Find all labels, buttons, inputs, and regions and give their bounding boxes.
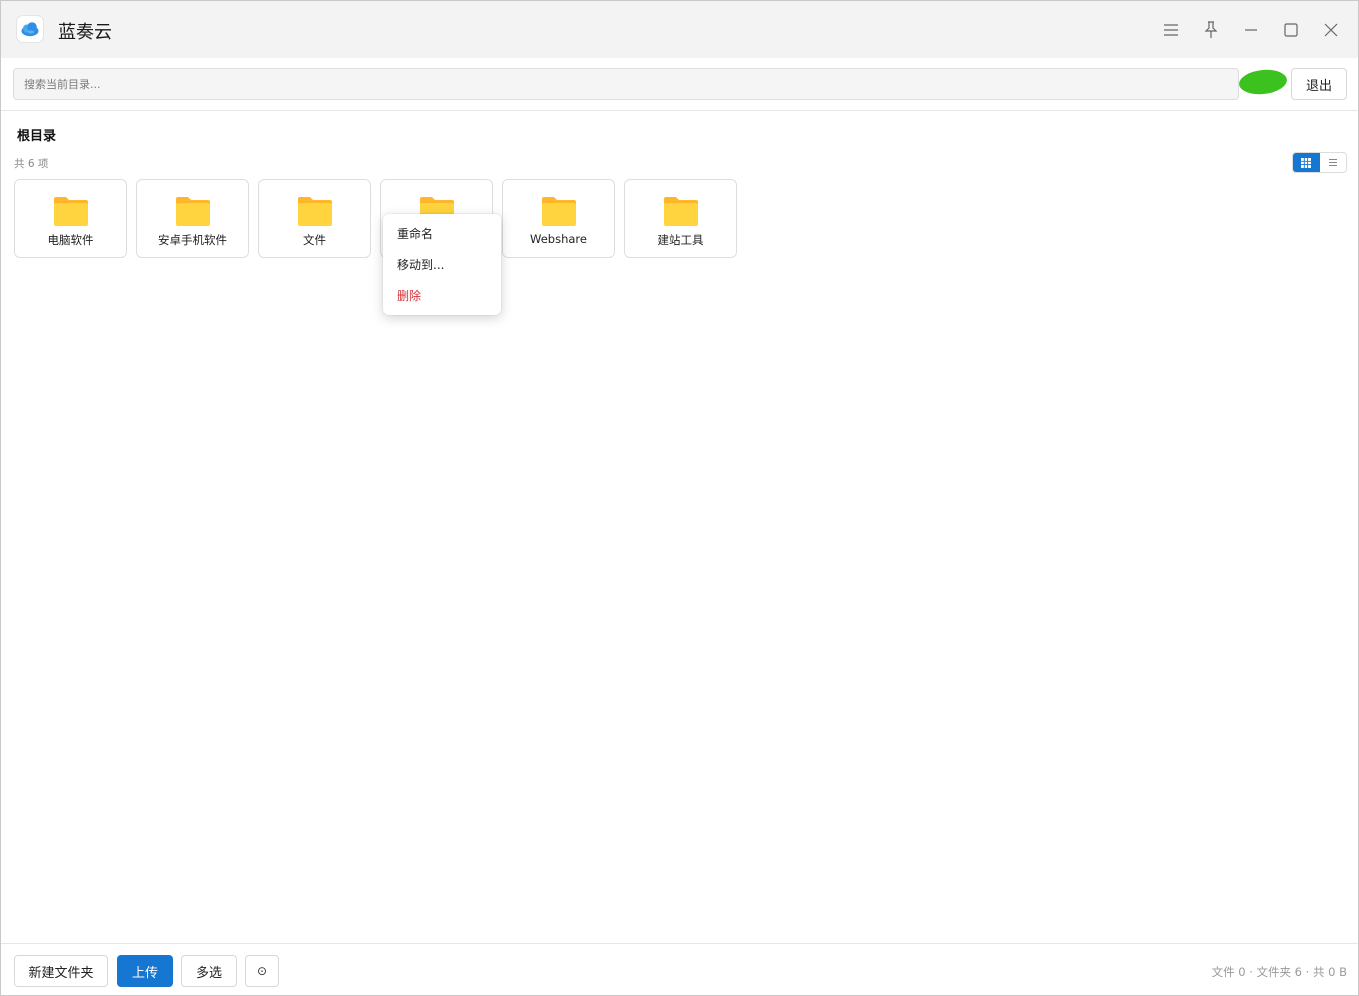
folder-tile[interactable]: 建站工具 (624, 179, 737, 258)
new-folder-button[interactable]: 新建文件夹 (14, 955, 108, 987)
rename-menu-item[interactable]: 重命名 (383, 223, 501, 254)
redacted-user-area (1237, 67, 1289, 97)
app-title: 蓝奏云 (58, 22, 112, 43)
folder-icon (54, 197, 88, 226)
grid-view-icon (1301, 157, 1312, 168)
menu-icon[interactable] (1158, 17, 1184, 43)
pin-icon[interactable] (1198, 17, 1224, 43)
folder-name: 建站工具 (657, 233, 704, 247)
maximize-icon[interactable] (1278, 17, 1304, 43)
folder-name: 安卓手机软件 (158, 233, 227, 247)
bottom-bar: 新建文件夹 上传 多选 ⊙ 文件 0 · 文件夹 6 · 共 0 B (1, 943, 1358, 995)
app-window: 蓝奏云 退出 根目录 共 6 项 (0, 0, 1359, 996)
list-view-button[interactable] (1320, 153, 1347, 172)
context-menu: 重命名 移动到... 删除 (383, 214, 501, 315)
multiselect-button[interactable]: 多选 (181, 955, 237, 987)
move-to-menu-item[interactable]: 移动到... (383, 254, 501, 285)
folder-name: Webshare (530, 232, 587, 246)
folder-name: 电脑软件 (47, 233, 94, 247)
folder-name: 文件 (303, 233, 326, 247)
folder-tile[interactable]: 文件 (258, 179, 371, 258)
folder-tile[interactable]: 安卓手机软件 (136, 179, 249, 258)
delete-menu-item[interactable]: 删除 (383, 285, 501, 316)
list-view-icon (1328, 159, 1337, 166)
close-icon[interactable] (1318, 17, 1344, 43)
folder-grid: 电脑软件 安卓手机软件 文件 Webshare 建站工具 (14, 179, 737, 258)
minimize-icon[interactable] (1238, 17, 1264, 43)
logout-button[interactable]: 退出 (1291, 68, 1347, 100)
folder-icon (542, 197, 576, 226)
item-count: 共 6 项 (14, 158, 49, 170)
upload-button[interactable]: 上传 (117, 955, 173, 987)
title-bar: 蓝奏云 (1, 1, 1358, 58)
folder-icon (176, 197, 210, 226)
search-input[interactable] (13, 68, 1239, 100)
folder-tile[interactable]: Webshare (502, 179, 615, 258)
folder-icon (298, 197, 332, 226)
settings-button[interactable]: ⊙ (245, 955, 279, 987)
status-summary: 文件 0 · 文件夹 6 · 共 0 B (1211, 965, 1347, 979)
cloud-logo-icon (17, 16, 43, 42)
folder-icon (664, 197, 698, 226)
settings-icon: ⊙ (256, 964, 268, 978)
toolbar: 退出 (1, 58, 1358, 111)
view-toggle (1292, 152, 1347, 173)
breadcrumb[interactable]: 根目录 (17, 125, 56, 144)
folder-tile[interactable]: 电脑软件 (14, 179, 127, 258)
grid-view-button[interactable] (1293, 153, 1320, 172)
